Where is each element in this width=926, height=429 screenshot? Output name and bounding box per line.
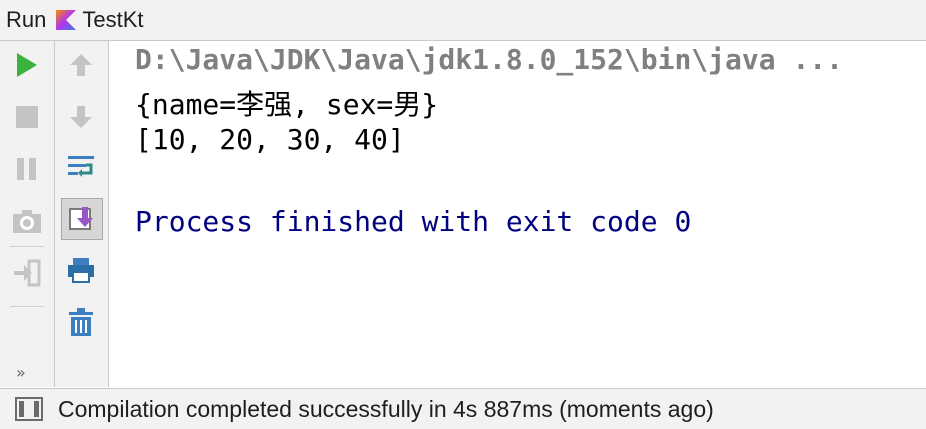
trash-icon xyxy=(69,308,93,336)
toolbar-separator xyxy=(10,246,44,247)
run-tool-window-header: Run TestKt xyxy=(0,0,926,41)
exit-button[interactable] xyxy=(7,253,47,293)
arrow-down-icon xyxy=(70,106,92,128)
exit-message: Process finished with exit code 0 xyxy=(135,205,692,238)
up-stack-button[interactable] xyxy=(61,45,101,85)
dump-threads-button[interactable] xyxy=(7,201,47,241)
layout-icon[interactable] xyxy=(14,395,44,423)
arrow-up-icon xyxy=(70,54,92,76)
pause-button[interactable] xyxy=(7,149,47,189)
output-line: [10, 20, 30, 40] xyxy=(135,123,405,156)
clear-all-button[interactable] xyxy=(61,302,101,342)
status-message: Compilation completed successfully in 4s… xyxy=(58,395,714,422)
run-actions-toolbar: » xyxy=(0,41,55,387)
console-actions-toolbar xyxy=(55,41,109,387)
status-bar: Compilation completed successfully in 4s… xyxy=(0,388,926,429)
print-button[interactable] xyxy=(61,250,101,290)
stop-button[interactable] xyxy=(7,97,47,137)
toolbar-separator xyxy=(10,306,44,307)
stop-icon xyxy=(16,106,38,128)
play-icon xyxy=(17,53,37,77)
down-stack-button[interactable] xyxy=(61,97,101,137)
console-output[interactable]: D:\Java\JDK\Java\jdk1.8.0_152\bin\java .… xyxy=(109,41,926,387)
printer-icon xyxy=(68,258,94,283)
command-line: D:\Java\JDK\Java\jdk1.8.0_152\bin\java .… xyxy=(135,43,844,76)
camera-icon xyxy=(13,210,41,233)
rerun-button[interactable] xyxy=(7,45,47,85)
kotlin-icon xyxy=(56,10,77,30)
run-label: Run xyxy=(6,7,47,32)
soft-wrap-button[interactable] xyxy=(61,146,101,186)
scroll-to-end-icon xyxy=(69,207,93,230)
more-actions-icon[interactable]: » xyxy=(16,363,26,382)
scroll-to-end-button[interactable] xyxy=(61,198,103,240)
output-line: {name=李强, sex=男} xyxy=(135,88,439,121)
run-config-tab[interactable]: TestKt xyxy=(82,7,143,33)
exit-icon xyxy=(14,259,41,287)
soft-wrap-icon xyxy=(68,156,94,177)
pause-icon xyxy=(17,158,36,180)
